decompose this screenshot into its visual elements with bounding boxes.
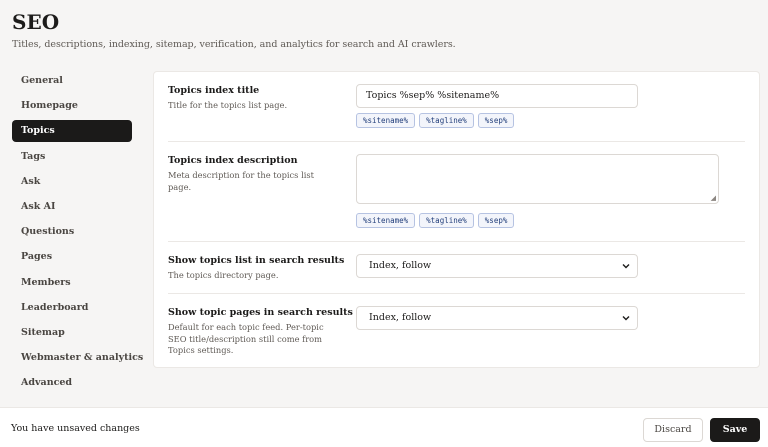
unsaved-changes-message: You have unsaved changes [11, 423, 140, 434]
topics-list-indexing-select[interactable]: Index, follow [356, 254, 638, 278]
sidebar-item-members[interactable]: Members [12, 272, 132, 294]
select-value: Index, follow [369, 312, 432, 323]
sidebar-item-advanced[interactable]: Advanced [12, 372, 132, 394]
sidebar-item-questions[interactable]: Questions [12, 221, 132, 243]
sidebar-item-ask-ai[interactable]: Ask AI [12, 196, 132, 218]
tag-sep[interactable]: %sep% [477, 113, 515, 128]
tag-tagline[interactable]: %tagline% [419, 113, 474, 128]
page-header: SEO Titles, descriptions, indexing, site… [12, 10, 456, 50]
topic-pages-indexing-select[interactable]: Index, follow [356, 306, 638, 330]
select-value: Index, follow [369, 260, 432, 271]
placeholder-tags: %sitename% %tagline% %sep% [356, 113, 515, 128]
page-subtitle: Titles, descriptions, indexing, sitemap,… [12, 39, 456, 50]
sidebar-item-general[interactable]: General [12, 70, 132, 92]
sidebar-item-pages[interactable]: Pages [12, 246, 132, 268]
setting-description: Meta description for the topics list pag… [168, 170, 314, 192]
setting-description: Title for the topics list page. [168, 100, 288, 110]
tag-sep[interactable]: %sep% [477, 213, 515, 228]
setting-label: Topics index title [168, 85, 260, 96]
setting-row-list-search: Show topics list in search results The t… [168, 254, 745, 292]
placeholder-tags: %sitename% %tagline% %sep% [356, 213, 515, 228]
resize-handle-icon[interactable]: ◢ [711, 195, 716, 202]
chevron-down-icon [622, 316, 630, 321]
sidebar-item-ask[interactable]: Ask [12, 171, 132, 193]
save-button[interactable]: Save [710, 418, 760, 442]
sidebar-item-homepage[interactable]: Homepage [12, 95, 132, 117]
sidebar-item-tags[interactable]: Tags [12, 146, 132, 168]
page-title: SEO [12, 10, 60, 34]
discard-button[interactable]: Discard [643, 418, 703, 442]
setting-label: Show topics list in search results [168, 255, 345, 266]
unsaved-changes-bar: You have unsaved changes Discard Save [0, 407, 768, 447]
setting-label: Topics index description [168, 155, 298, 166]
settings-sidebar: General Homepage Topics Tags Ask Ask AI … [12, 70, 143, 397]
tag-sitename[interactable]: %sitename% [356, 213, 416, 228]
sidebar-item-webmaster-analytics[interactable]: Webmaster & analytics [12, 347, 143, 369]
tag-tagline[interactable]: %tagline% [419, 213, 474, 228]
sidebar-item-topics[interactable]: Topics [12, 120, 132, 143]
setting-row-pages-search: Show topic pages in search results Defau… [168, 306, 745, 362]
topics-index-description-textarea[interactable]: ◢ [356, 154, 719, 204]
sidebar-item-sitemap[interactable]: Sitemap [12, 322, 132, 344]
tag-sitename[interactable]: %sitename% [356, 113, 416, 128]
setting-description: The topics directory page. [168, 270, 279, 280]
sidebar-item-leaderboard[interactable]: Leaderboard [12, 297, 132, 319]
divider [168, 141, 745, 142]
settings-panel: Topics index title Title for the topics … [153, 71, 760, 368]
topics-index-title-input[interactable]: Topics %sep% %sitename% [356, 84, 638, 108]
setting-description: Default for each topic feed. Per-topic S… [168, 322, 324, 355]
divider [168, 241, 745, 242]
setting-label: Show topic pages in search results [168, 307, 353, 318]
setting-row-index-description: Topics index description Meta descriptio… [168, 154, 745, 240]
chevron-down-icon [622, 264, 630, 269]
divider [168, 293, 745, 294]
setting-row-index-title: Topics index title Title for the topics … [168, 84, 745, 142]
